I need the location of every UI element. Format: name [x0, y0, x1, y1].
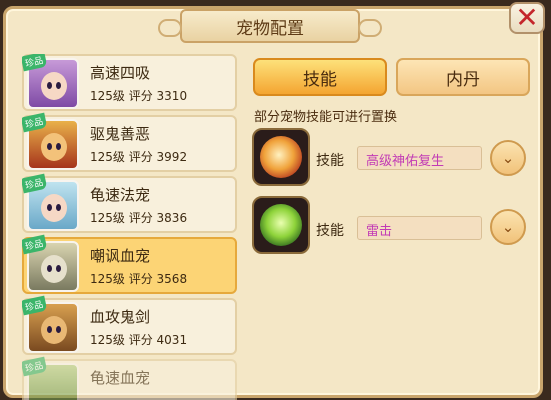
close-button[interactable]: ✕: [509, 2, 545, 34]
pet-name: 龟速血宠: [90, 369, 151, 387]
pet-item-5[interactable]: 珍品 血攻鬼剑 125级 评分 4031: [22, 295, 237, 355]
skill-name-field: 雷击: [357, 216, 482, 240]
pet-level-score: 125级 评分 3310: [90, 89, 188, 103]
pet-item-6[interactable]: 珍品 龟速血宠: [22, 356, 237, 400]
pet-name: 龟速法宠: [90, 186, 151, 204]
tab-skills[interactable]: 技能: [253, 58, 387, 96]
pet-name: 嘲讽血宠: [90, 247, 151, 265]
pet-level-score: 125级 评分 3992: [90, 150, 188, 164]
pet-item-2[interactable]: 珍品 驱鬼善恶 125级 评分 3992: [22, 112, 237, 172]
title-bar: 宠物配置: [158, 9, 382, 43]
pet-item-3[interactable]: 珍品 龟速法宠 125级 评分 3836: [22, 173, 237, 233]
thunder-skill-icon[interactable]: [252, 196, 310, 254]
tab-inner-core[interactable]: 内丹: [396, 58, 530, 96]
chevron-down-icon[interactable]: ⌄: [490, 140, 526, 176]
skill-label: 技能: [316, 223, 344, 239]
pet-list[interactable]: 珍品 高速四吸 125级 评分 3310 珍品 驱鬼善恶 125级 评分 399…: [22, 54, 237, 400]
pet-level-score: 125级 评分 3568: [90, 272, 188, 286]
pet-item-4-selected[interactable]: 珍品 嘲讽血宠 125级 评分 3568: [22, 234, 237, 294]
cloud-ornament-right: [358, 19, 382, 37]
pet-name: 驱鬼善恶: [90, 125, 151, 143]
skill-label: 技能: [316, 153, 344, 169]
pet-name: 高速四吸: [90, 64, 151, 82]
pet-item-1[interactable]: 珍品 高速四吸 125级 评分 3310: [22, 54, 237, 111]
pet-level-score: 125级 评分 3836: [90, 211, 188, 225]
skill-name-field: 高级神佑复生: [357, 146, 482, 170]
chevron-down-icon[interactable]: ⌄: [490, 209, 526, 245]
revive-skill-icon[interactable]: [252, 128, 310, 186]
page-title: 宠物配置: [236, 18, 304, 39]
pet-name: 血攻鬼剑: [90, 308, 151, 326]
pet-level-score: 125级 评分 4031: [90, 333, 188, 347]
cloud-ornament-left: [158, 19, 182, 37]
skill-hint-text: 部分宠物技能可进行置换: [254, 110, 398, 125]
